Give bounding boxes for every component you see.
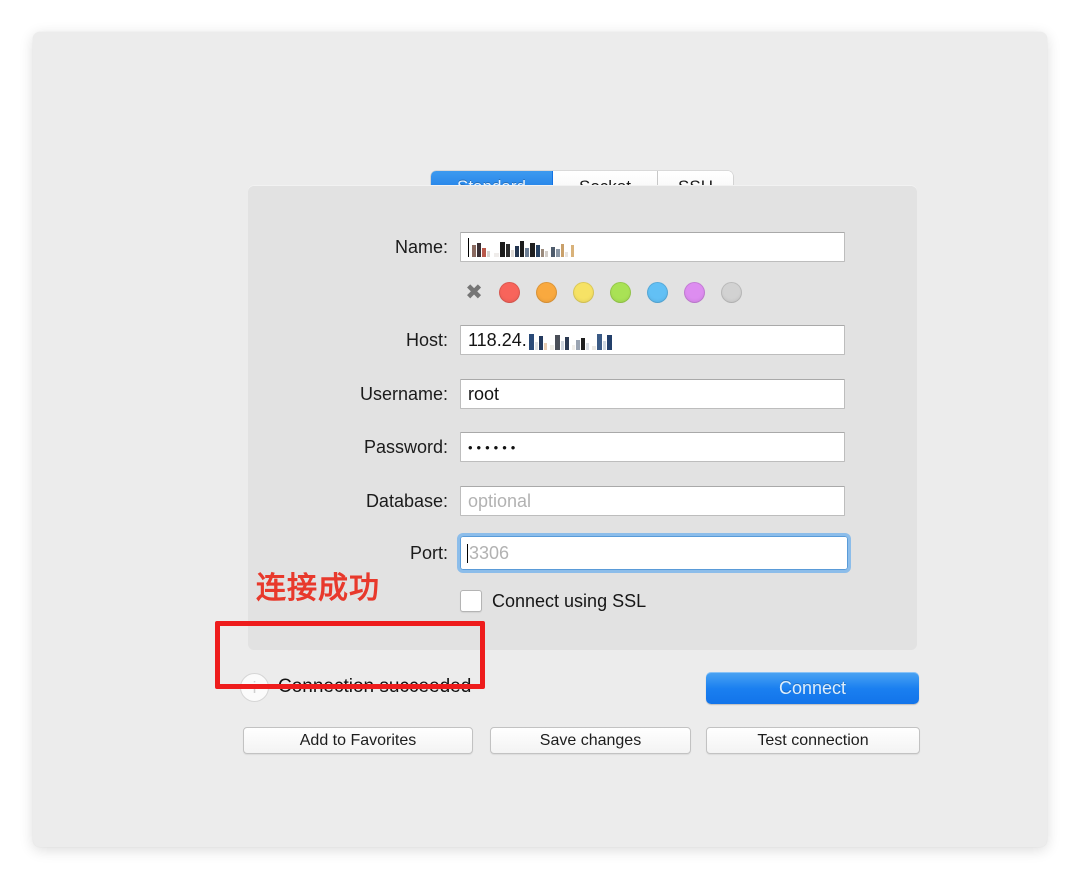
- username-value: root: [468, 383, 500, 404]
- ssl-checkbox[interactable]: [460, 590, 482, 612]
- field-row-database: Database: optional: [33, 486, 1047, 516]
- annotation-chinese-note: 连接成功: [256, 571, 380, 606]
- color-swatch-yellow[interactable]: [573, 282, 594, 303]
- field-row-name: Name:: [33, 232, 1047, 262]
- color-swatch-purple[interactable]: [684, 282, 705, 303]
- password-label: Password:: [363, 436, 448, 457]
- port-placeholder: 3306: [469, 542, 510, 563]
- password-value: ••••••: [468, 439, 520, 455]
- color-swatch-orange[interactable]: [536, 282, 557, 303]
- host-value: 118.24.: [468, 329, 527, 350]
- host-label: Host:: [405, 329, 448, 350]
- connect-using-ssl-row[interactable]: Connect using SSL: [460, 590, 646, 612]
- port-caret: [467, 543, 468, 563]
- username-label: Username:: [359, 383, 448, 404]
- connect-button[interactable]: Connect: [706, 672, 919, 704]
- add-to-favorites-button[interactable]: Add to Favorites: [243, 727, 473, 754]
- password-input[interactable]: ••••••: [460, 432, 845, 462]
- database-input[interactable]: optional: [460, 486, 845, 516]
- color-swatch-gray[interactable]: [721, 282, 742, 303]
- field-row-host: Host: 118.24.: [33, 325, 1047, 355]
- name-caret: [468, 237, 469, 257]
- database-label: Database:: [365, 490, 448, 511]
- port-label: Port:: [409, 542, 448, 563]
- host-input[interactable]: 118.24.: [460, 325, 845, 355]
- port-input[interactable]: 3306: [457, 533, 851, 573]
- save-changes-button[interactable]: Save changes: [490, 727, 691, 754]
- connection-window: Standard Socket SSH Name: ✖ Host: 118.24…: [33, 32, 1047, 847]
- field-row-username: Username: root: [33, 379, 1047, 409]
- field-row-password: Password: ••••••: [33, 432, 1047, 462]
- name-label: Name:: [394, 236, 448, 257]
- field-row-port: Port: 3306: [33, 533, 1047, 573]
- ssl-label: Connect using SSL: [492, 590, 647, 611]
- test-connection-button[interactable]: Test connection: [706, 727, 920, 754]
- color-swatch-green[interactable]: [610, 282, 631, 303]
- color-tag-picker[interactable]: ✖: [465, 282, 742, 303]
- color-swatch-red[interactable]: [499, 282, 520, 303]
- color-swatch-blue[interactable]: [647, 282, 668, 303]
- username-input[interactable]: root: [460, 379, 845, 409]
- name-value-redacted: [470, 237, 574, 257]
- database-placeholder: optional: [468, 490, 532, 511]
- color-none-icon[interactable]: ✖: [465, 282, 483, 303]
- name-input[interactable]: [460, 232, 845, 262]
- annotation-highlight-rect: [215, 621, 485, 689]
- host-value-redacted: [527, 330, 612, 350]
